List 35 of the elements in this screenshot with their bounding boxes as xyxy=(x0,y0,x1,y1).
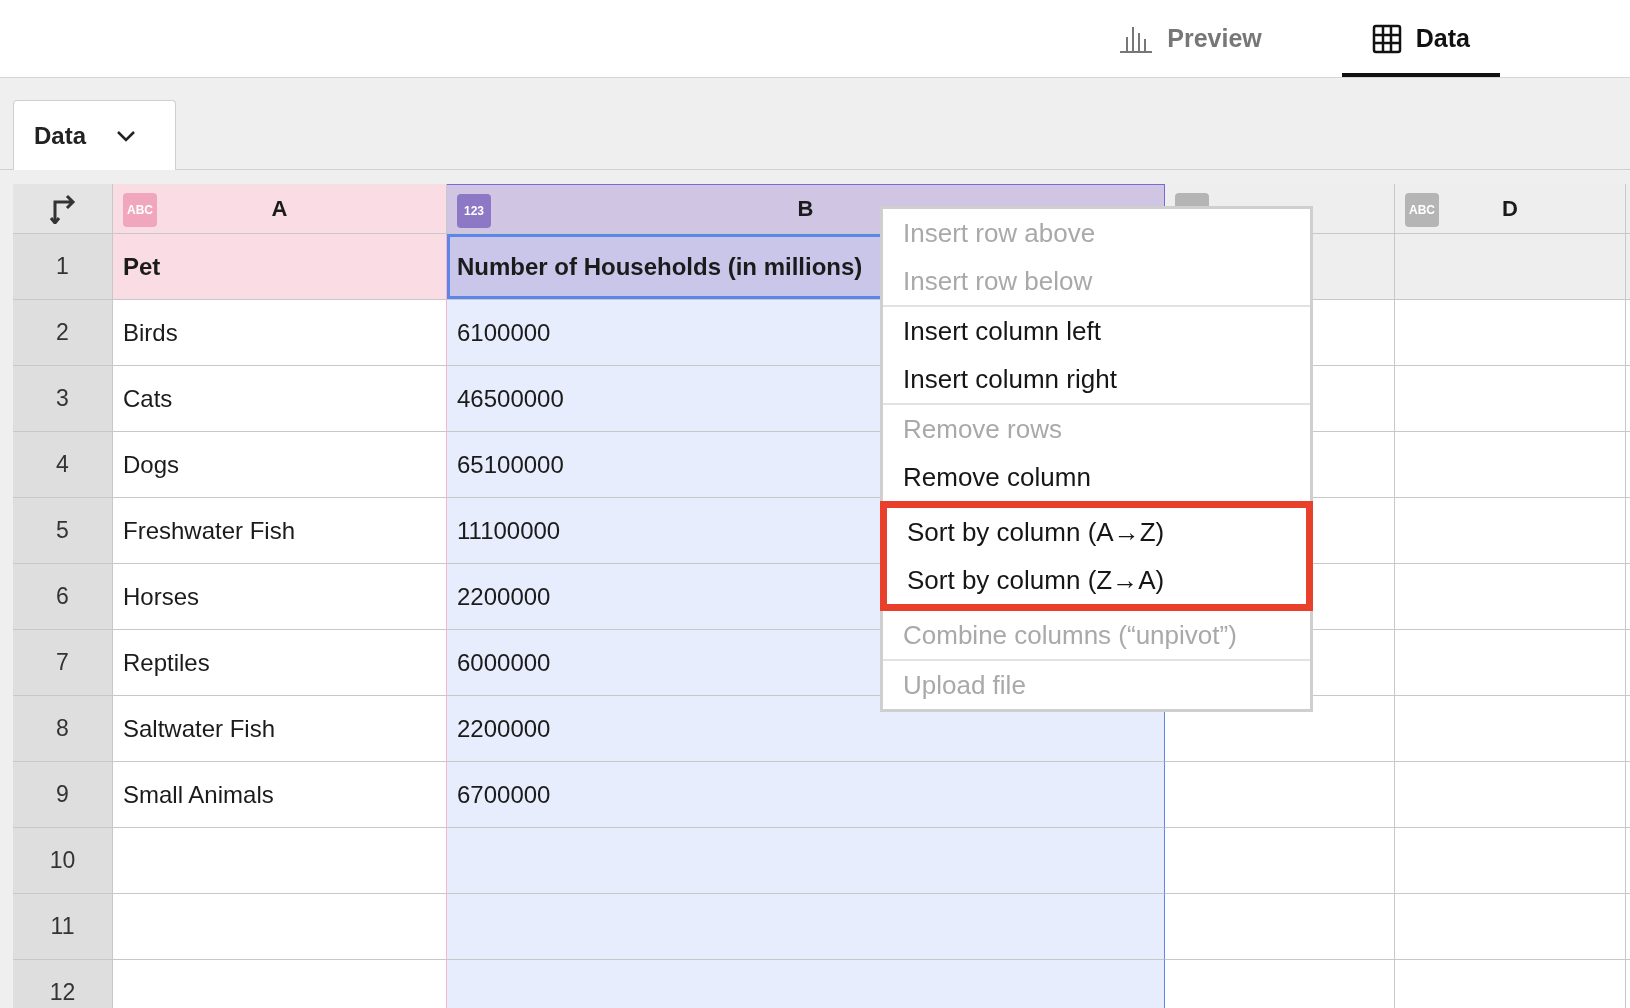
table-cell: Small Animals xyxy=(113,762,447,828)
sheet-tab[interactable]: Data xyxy=(13,100,176,170)
table-cell: Saltwater Fish xyxy=(113,696,447,762)
row-number[interactable]: 1 xyxy=(13,234,113,300)
row-number[interactable]: 10 xyxy=(13,828,113,894)
row-number[interactable]: 6 xyxy=(13,564,113,630)
row-number[interactable]: 12 xyxy=(13,960,113,1008)
view-tab[interactable]: Data xyxy=(1341,0,1500,77)
row-number[interactable]: 5 xyxy=(13,498,113,564)
table-cell: Reptiles xyxy=(113,630,447,696)
row-number[interactable]: 11 xyxy=(13,894,113,960)
view-tab[interactable]: Preview xyxy=(1089,0,1292,77)
column-letter: B xyxy=(797,196,814,222)
table-cell: Pet xyxy=(113,234,447,300)
table-cell: Horses xyxy=(113,564,447,630)
column-header[interactable]: ABC A xyxy=(113,184,447,234)
column-letter: A xyxy=(271,195,288,222)
bar-chart-icon xyxy=(1119,24,1154,53)
table-cell: Dogs xyxy=(113,432,447,498)
table-cell: Freshwater Fish xyxy=(113,498,447,564)
column-letter: D xyxy=(1502,195,1518,222)
table-cell: Cats xyxy=(113,366,447,432)
row-number[interactable]: 8 xyxy=(13,696,113,762)
column-header[interactable]: ABC D xyxy=(1395,184,1626,234)
table-cell: 6700000 xyxy=(447,762,1165,828)
row-number[interactable]: 9 xyxy=(13,762,113,828)
row-number[interactable]: 3 xyxy=(13,366,113,432)
row-number[interactable]: 4 xyxy=(13,432,113,498)
row-number[interactable]: 2 xyxy=(13,300,113,366)
corner-arrow-icon xyxy=(48,193,77,224)
column-type-badge[interactable]: 123 xyxy=(457,194,491,228)
row-number[interactable]: 7 xyxy=(13,630,113,696)
chevron-down-icon xyxy=(116,129,137,142)
table-icon xyxy=(1371,23,1402,54)
table-cell: Birds xyxy=(113,300,447,366)
